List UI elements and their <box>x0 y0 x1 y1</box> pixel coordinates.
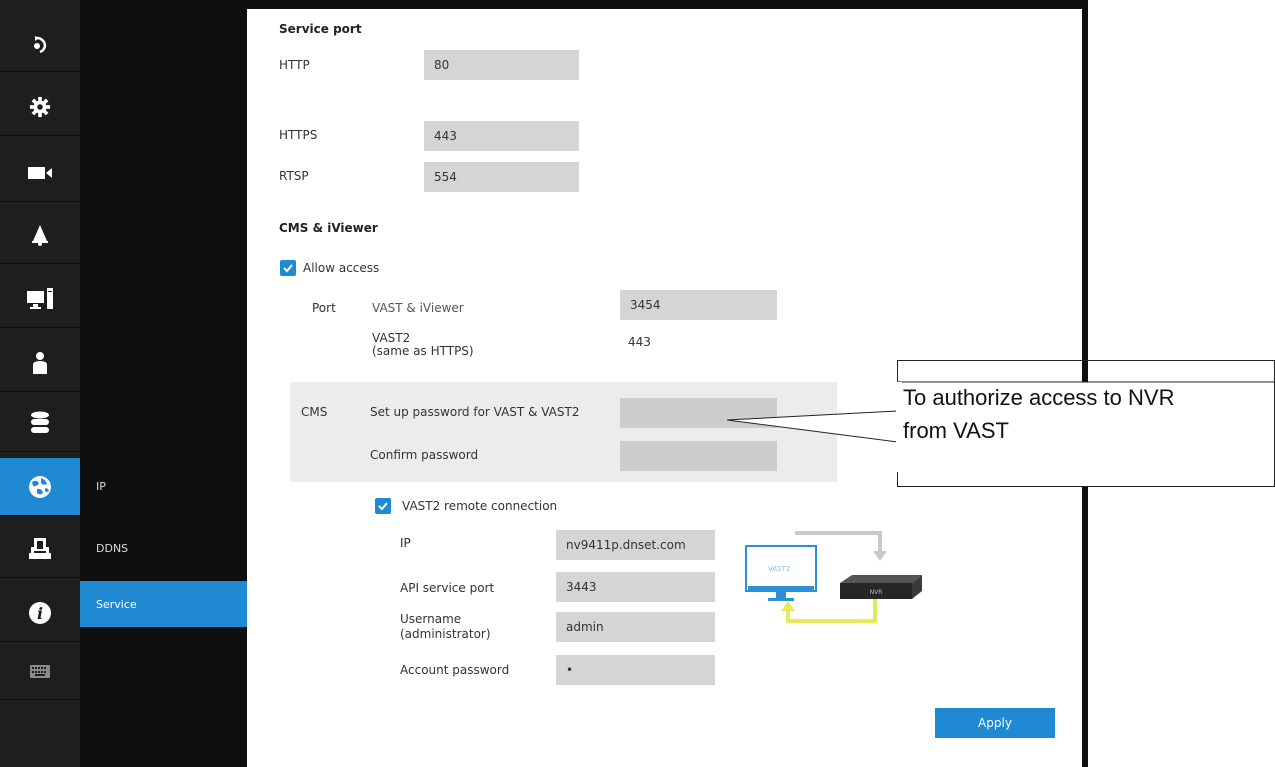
vast2-label: VAST2 (same as HTTPS) <box>372 332 474 358</box>
confirm-password-label: Confirm password <box>370 448 479 462</box>
apply-button[interactable]: Apply <box>935 708 1055 738</box>
monitor-stand <box>776 591 786 599</box>
https-label: HTTPS <box>279 128 318 142</box>
callout-line1: To authorize access to NVR <box>903 385 1175 410</box>
remote-ip-label: IP <box>400 536 411 550</box>
http-label: HTTP <box>279 58 310 72</box>
vast-iviewer-label: VAST & iViewer <box>372 301 464 315</box>
username-input[interactable]: admin <box>556 612 715 642</box>
vast2-remote-label: VAST2 remote connection <box>402 499 558 513</box>
vast2-label-line2: (same as HTTPS) <box>372 344 474 358</box>
vast-diagram-label: VAST2 <box>768 565 790 573</box>
username-label-line1: Username <box>400 612 462 626</box>
database-icon[interactable] <box>0 394 80 452</box>
section-title-service-port: Service port <box>279 22 362 36</box>
http-port-input[interactable]: 80 <box>424 50 579 80</box>
api-port-input[interactable]: 3443 <box>556 572 715 602</box>
diagram-arrowhead-top <box>873 551 887 561</box>
username-label-line2: (administrator) <box>400 627 491 641</box>
callout-pointer <box>727 382 902 472</box>
subnav-item-label: Service <box>96 597 137 611</box>
camera-icon[interactable] <box>0 144 80 202</box>
setup-password-label: Set up password for VAST & VAST2 <box>370 405 580 419</box>
subnav-item-ddns[interactable]: DDNS <box>80 525 247 571</box>
vast-iviewer-port-input[interactable]: 3454 <box>620 290 777 320</box>
gear-icon[interactable] <box>0 78 80 136</box>
network-icon[interactable] <box>0 458 80 516</box>
checkmark-icon <box>378 502 388 511</box>
home-icon[interactable] <box>0 14 80 72</box>
connection-diagram: VAST2 NVR <box>745 531 922 623</box>
icon-sidebar: i <box>0 0 80 767</box>
username-label: Username (administrator) <box>400 612 491 642</box>
callout-text: To authorize access to NVR from VAST <box>903 381 1275 447</box>
section-title-cms: CMS & iViewer <box>279 221 378 235</box>
diagram-arrow-bottom <box>786 599 877 623</box>
callout-pointer-shape <box>727 382 898 472</box>
rtsp-port-input[interactable]: 554 <box>424 162 579 192</box>
svg-text:i: i <box>37 604 43 623</box>
remote-ip-input[interactable]: nv9411p.dnset.com <box>556 530 715 560</box>
account-password-label: Account password <box>400 663 510 677</box>
callout-frame-gap <box>897 382 900 472</box>
vast2-port-value: 443 <box>628 335 651 349</box>
port-label: Port <box>312 301 336 315</box>
keyboard-icon[interactable] <box>0 642 80 700</box>
security-icon[interactable] <box>0 520 80 578</box>
allow-access-checkbox[interactable] <box>280 260 296 276</box>
nvr-device-top <box>840 575 922 583</box>
info-icon[interactable]: i <box>0 584 80 642</box>
checkmark-icon <box>283 264 293 273</box>
subnav-item-label: DDNS <box>96 541 129 555</box>
computer-icon[interactable] <box>0 270 80 328</box>
account-password-input[interactable]: • <box>556 655 715 685</box>
subnav-item-label: IP <box>96 479 106 493</box>
bell-icon[interactable] <box>0 206 80 264</box>
top-frame <box>247 0 1088 9</box>
user-icon[interactable] <box>0 334 80 392</box>
rtsp-label: RTSP <box>279 169 309 183</box>
monitor-base <box>768 598 794 601</box>
allow-access-label: Allow access <box>303 261 380 275</box>
vast2-remote-checkbox[interactable] <box>375 498 391 514</box>
subnav-item-service[interactable]: Service <box>80 581 247 627</box>
sub-navigation: IP DDNS Service <box>80 0 247 767</box>
api-port-label: API service port <box>400 581 495 595</box>
cms-label: CMS <box>301 405 328 419</box>
nvr-diagram-label: NVR <box>870 589 883 596</box>
monitor-bezel <box>748 586 814 591</box>
diagram-arrowhead-bottom <box>781 601 795 611</box>
https-port-input[interactable]: 443 <box>424 121 579 151</box>
callout-line2: from VAST <box>903 418 1009 443</box>
subnav-item-ip[interactable]: IP <box>80 463 247 509</box>
